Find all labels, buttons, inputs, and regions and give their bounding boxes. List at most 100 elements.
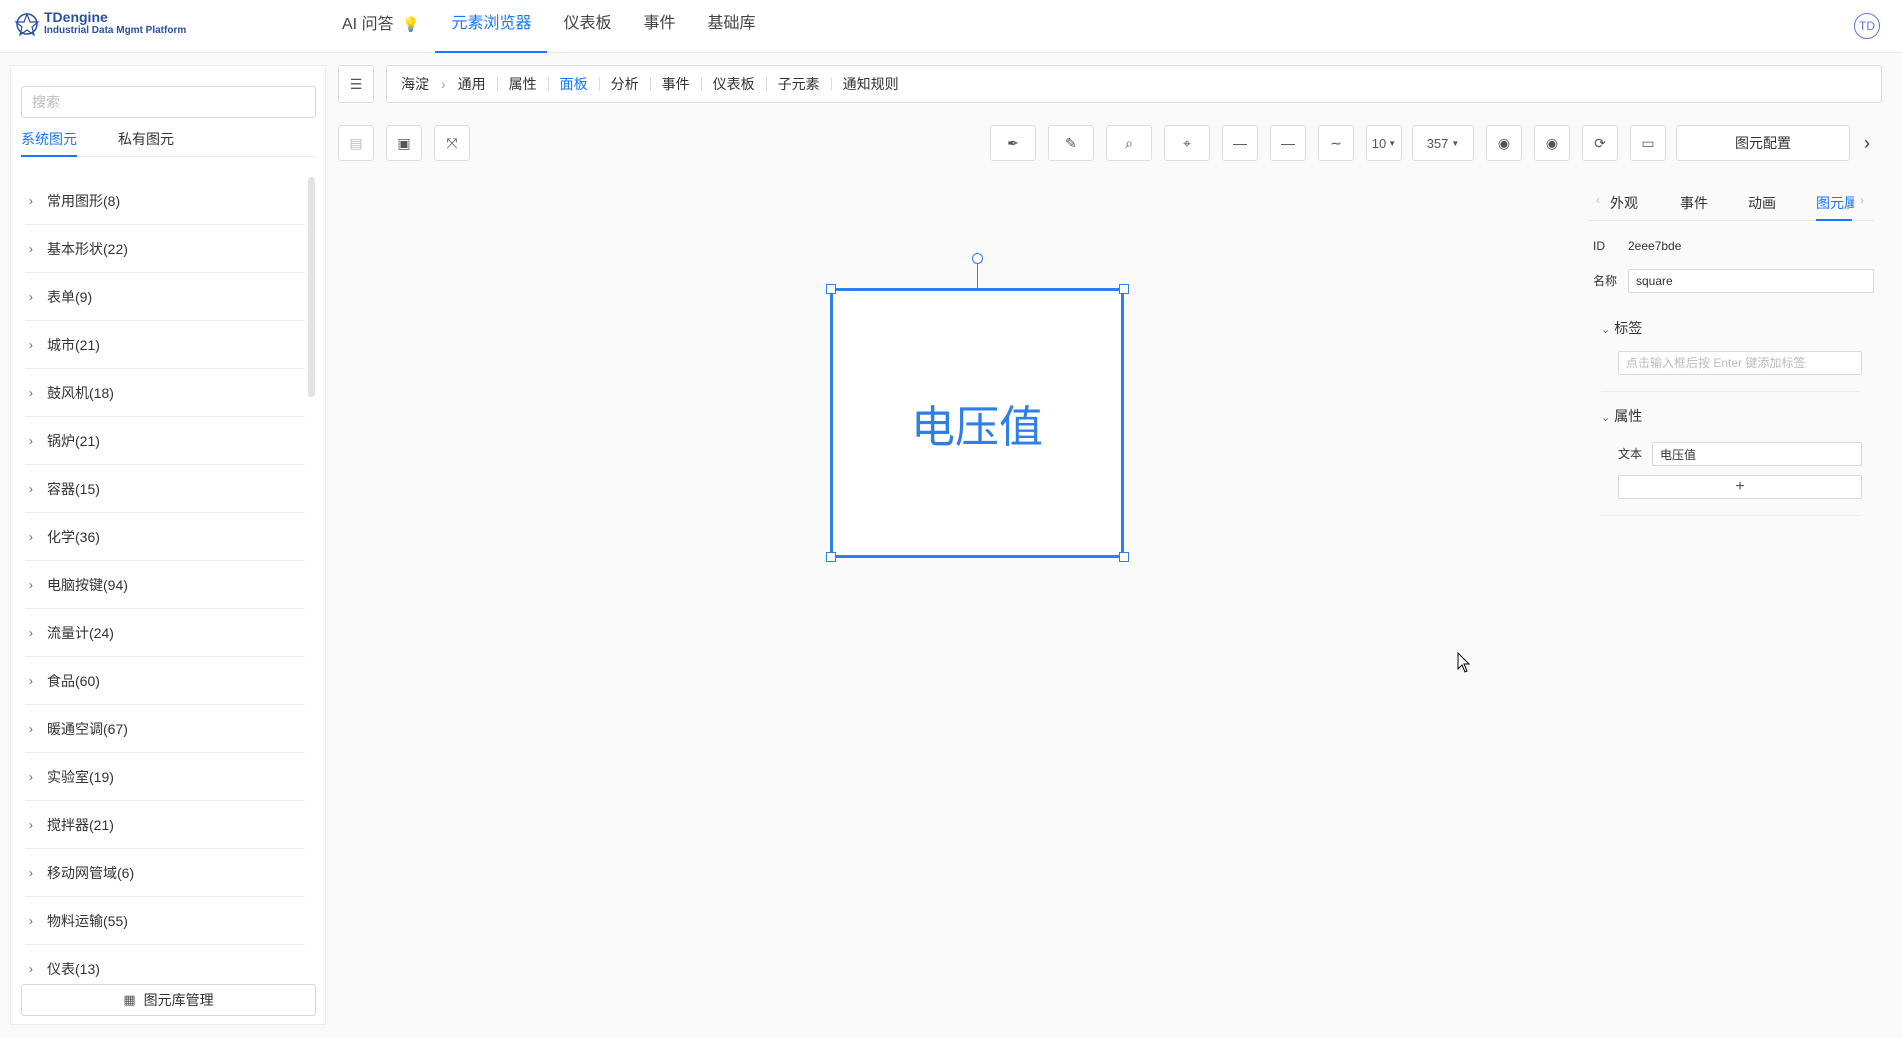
element-config-button[interactable]: 图元配置 [1676, 125, 1850, 161]
category-label: 物料运输(55) [47, 912, 128, 929]
list-item[interactable]: › 锅炉(21) [25, 417, 305, 465]
nav-item-label: 基础库 [707, 15, 756, 32]
logo[interactable]: TDengine Industrial Data Mgmt Platform [14, 10, 186, 38]
brand-name: TDengine [44, 9, 108, 25]
list-item[interactable]: › 鼓风机(18) [25, 369, 305, 417]
tab-private-elements[interactable]: 私有图元 [118, 129, 174, 157]
add-attribute-button[interactable]: + [1618, 475, 1862, 499]
breadcrumb-item-analysis[interactable]: 分析 [611, 74, 639, 94]
list-item[interactable]: › 城市(21) [25, 321, 305, 369]
category-list: › 常用图形(8) › 基本形状(22) › 表单(9) › 城市(21) › 鼓风机(1… [25, 177, 305, 993]
folder-icon: ▭ [1641, 134, 1655, 151]
text-field[interactable] [1652, 442, 1862, 466]
tab-element-attributes[interactable]: 图元属 [1816, 193, 1854, 213]
folder-button[interactable]: ▭ [1630, 125, 1666, 161]
nav-item-element-browser[interactable]: 元素浏览器 [435, 0, 548, 53]
record-button[interactable]: ◉ [1534, 125, 1570, 161]
breadcrumb-item-panel[interactable]: 面板 [560, 74, 588, 94]
user-avatar[interactable]: TD [1854, 13, 1880, 39]
breadcrumb-root[interactable]: 海淀 [401, 74, 429, 94]
save-button[interactable]: ▣ [386, 125, 422, 161]
name-field[interactable] [1628, 269, 1874, 293]
list-item[interactable]: › 实验室(19) [25, 753, 305, 801]
list-item[interactable]: › 表单(9) [25, 273, 305, 321]
list-item[interactable]: › 暖通空调(67) [25, 705, 305, 753]
active-tab-indicator [1816, 219, 1852, 221]
resize-handle-bottom-right[interactable] [1119, 552, 1129, 562]
list-item[interactable]: › 容器(15) [25, 465, 305, 513]
nav-item-events[interactable]: 事件 [628, 0, 692, 53]
rotate-handle[interactable] [972, 253, 983, 264]
breadcrumb-item-attributes[interactable]: 属性 [509, 74, 537, 94]
list-item[interactable]: › 食品(60) [25, 657, 305, 705]
line-dash-button[interactable]: — [1270, 125, 1306, 161]
pencil-tool-button[interactable]: ✎ [1048, 125, 1094, 161]
zoom-button[interactable]: ⌕ [1106, 125, 1152, 161]
line-style-button[interactable]: — [1222, 125, 1258, 161]
curve-icon: ∼ [1330, 134, 1342, 151]
resize-handle-bottom-left[interactable] [826, 552, 836, 562]
category-label: 食品(60) [47, 672, 100, 689]
category-label: 锅炉(21) [47, 432, 100, 449]
point-tool-button[interactable]: ◉ [1486, 125, 1522, 161]
breadcrumb-item-events[interactable]: 事件 [662, 74, 690, 94]
resize-handle-top-right[interactable] [1119, 284, 1129, 294]
search-input[interactable] [21, 86, 316, 118]
document-icon: ▤ [349, 134, 363, 151]
pen-tool-button[interactable]: ✒ [990, 125, 1036, 161]
library-manage-button[interactable]: ▦ 图元库管理 [21, 984, 316, 1016]
nav-item-dashboard[interactable]: 仪表板 [547, 0, 627, 53]
color-value-select[interactable]: 357 ▼ [1412, 125, 1474, 161]
refresh-icon: ⟳ [1594, 134, 1606, 151]
resize-handle-top-left[interactable] [826, 284, 836, 294]
grid-icon: ▦ [123, 992, 136, 1007]
square-shape[interactable]: 电压值 [830, 288, 1124, 558]
category-label: 仪表(13) [47, 961, 100, 977]
new-document-button[interactable]: ▤ [338, 125, 374, 161]
props-section-header[interactable]: ⌄ 属性 [1601, 406, 1642, 426]
tab-system-elements[interactable]: 系统图元 [21, 129, 77, 157]
list-item[interactable]: › 化学(36) [25, 513, 305, 561]
list-item[interactable]: › 基本形状(22) [25, 225, 305, 273]
chevron-right-icon: › [29, 193, 33, 208]
scrollbar[interactable] [308, 177, 315, 397]
chevron-left-icon[interactable]: ‹ [1596, 193, 1600, 207]
nav-item-label: 事件 [643, 15, 676, 32]
location-button[interactable]: ⌖ [1164, 125, 1210, 161]
tab-appearance[interactable]: 外观 [1610, 193, 1638, 213]
list-item[interactable]: › 物料运输(55) [25, 897, 305, 945]
category-label: 暖通空调(67) [47, 720, 128, 737]
nav-item-ai[interactable]: AI 问答 💡 [326, 0, 435, 53]
list-item[interactable]: › 移动网管域(6) [25, 849, 305, 897]
nav-item-label: 仪表板 [563, 15, 612, 32]
breadcrumb-item-dashboard[interactable]: 仪表板 [713, 74, 755, 94]
tags-input[interactable] [1618, 351, 1862, 375]
collapse-sidebar-button[interactable]: ☰ [338, 65, 374, 103]
breadcrumb-item-child-elements[interactable]: 子元素 [778, 74, 820, 94]
nav-item-library[interactable]: 基础库 [692, 0, 772, 53]
name-label: 名称 [1593, 274, 1618, 288]
breadcrumb-item-general[interactable]: 通用 [458, 74, 486, 94]
curve-line-button[interactable]: ∼ [1318, 125, 1354, 161]
stroke-width-select[interactable]: 10 ▼ [1366, 125, 1402, 161]
chevron-right-icon[interactable]: › [1860, 193, 1864, 207]
list-item[interactable]: › 搅拌器(21) [25, 801, 305, 849]
tab-events[interactable]: 事件 [1680, 193, 1708, 213]
color-value: 357 [1426, 135, 1449, 151]
tab-animation[interactable]: 动画 [1748, 193, 1776, 213]
caret-down-icon: ▼ [1388, 138, 1397, 148]
chevron-down-icon: ⌄ [1601, 324, 1611, 336]
chevron-right-icon[interactable]: › [1864, 133, 1870, 154]
list-item[interactable]: › 流量计(24) [25, 609, 305, 657]
tags-section-header[interactable]: ⌄ 标签 [1601, 318, 1642, 338]
nav-item-label: AI 问答 [342, 16, 394, 33]
fit-view-button[interactable]: ⤧ [434, 125, 470, 161]
list-item[interactable]: › 电脑按键(94) [25, 561, 305, 609]
refresh-button[interactable]: ⟳ [1582, 125, 1618, 161]
text-label: 文本 [1618, 447, 1643, 461]
record-icon: ◉ [1545, 134, 1559, 151]
element-library-panel: 系统图元 私有图元 › 常用图形(8) › 基本形状(22) › 表单(9) › 城市(… [10, 65, 326, 1025]
breadcrumb-item-notify-rules[interactable]: 通知规则 [843, 74, 899, 94]
shape-text[interactable]: 电压值 [911, 391, 1043, 455]
list-item[interactable]: › 常用图形(8) [25, 177, 305, 225]
